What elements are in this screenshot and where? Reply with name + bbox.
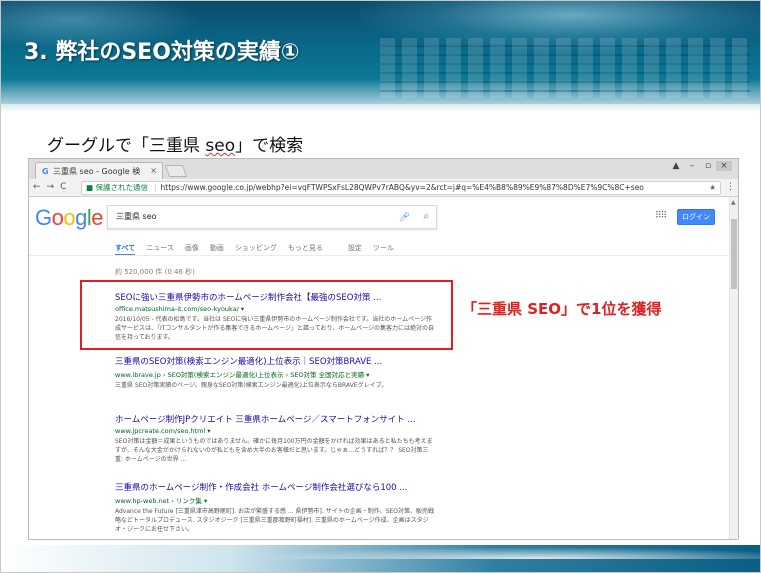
new-tab-button[interactable] <box>164 165 188 177</box>
slide-header: 3. 弊社のSEO対策の実績① <box>0 0 761 112</box>
search-result: 三重県のホームページ制作・作成会社 ホームページ制作会社選びなら100 ... … <box>115 481 435 534</box>
address-bar[interactable]: ■ 保護された通信 | https://www.google.co.jp/webhp… <box>81 181 721 195</box>
apps-grid-icon[interactable]: ⠿⠿ <box>655 211 667 221</box>
result-title-link[interactable]: 三重県のSEO対策(検索エンジン最適化)上位表示｜SEO対策BRAVE ... <box>115 355 435 367</box>
result-title-link[interactable]: 三重県のホームページ制作・作成会社 ホームページ制作会社選びなら100 ... <box>115 481 435 493</box>
menu-icon[interactable]: ⋮ <box>726 182 735 192</box>
subtitle-suffix: 」で検索 <box>235 136 304 156</box>
footer-band <box>0 545 761 573</box>
header-divider <box>0 104 761 112</box>
scroll-up-icon[interactable]: ▲ <box>731 199 736 206</box>
subtitle-prefix: グーグルで「三重県 <box>47 136 206 156</box>
tab-all[interactable]: すべて <box>115 244 135 252</box>
profile-icon[interactable]: ▲ <box>668 161 684 171</box>
maximize-icon[interactable]: ▫ <box>700 161 716 171</box>
google-logo[interactable]: Google <box>35 205 104 231</box>
browser-tab[interactable]: G 三重県 seo - Google 検 × <box>35 162 163 179</box>
google-favicon-icon: G <box>42 167 49 176</box>
tab-title: 三重県 seo - Google 検 <box>53 167 141 176</box>
result-url[interactable]: www.hp-web.net › リンク集 ▾ <box>115 495 435 505</box>
window-controls: ▲ – ▫ × <box>668 161 732 171</box>
result-url[interactable]: www.ibrave.jp › SEO対策(検索エンジン最適化)上位表示 › S… <box>115 369 435 379</box>
microphone-icon[interactable]: 🎤︎ <box>399 207 410 229</box>
subtitle-keyword: seo <box>205 136 236 156</box>
result-snippet: Advance the Future [三重県津市高野尾町]. お店が繁盛する感… <box>115 508 435 533</box>
tab-settings[interactable]: 設定 <box>348 244 362 252</box>
header-tile-pattern <box>380 38 750 98</box>
bookmark-star-icon[interactable]: ★ <box>709 182 716 194</box>
search-query: 三重県 seo <box>116 212 157 221</box>
result-url[interactable]: www.jpcreate.com/seo.html ▾ <box>115 427 435 435</box>
search-icon[interactable]: ⌕ <box>423 206 429 228</box>
close-window-icon[interactable]: × <box>716 161 732 171</box>
tab-bar: G 三重県 seo - Google 検 × ▲ – ▫ × <box>29 159 738 179</box>
footer-swoosh <box>200 545 760 559</box>
result-snippet: SEO対策は金額＝成果というものではありません。確かに毎月100万円の金額をかけ… <box>115 438 433 463</box>
back-icon[interactable]: ← <box>33 182 41 192</box>
scrollbar[interactable]: ▲ <box>729 197 738 539</box>
tab-videos[interactable]: 動画 <box>210 244 224 252</box>
tab-images[interactable]: 画像 <box>185 244 199 252</box>
search-result: ホームページ制作JPクリエイト 三重県ホームページ／スマートフォンサイト ...… <box>115 413 435 464</box>
slide-subtitle: グーグルで「三重県 seo」で検索 <box>47 131 303 156</box>
scroll-thumb[interactable] <box>731 219 737 289</box>
search-input[interactable]: 三重県 seo 🎤︎ ⌕ <box>107 205 437 229</box>
search-tabs: すべて ニュース 画像 動画 ショッピング もっと見る 設定 ツール <box>115 243 405 253</box>
result-snippet: 三重県 SEO対策実績のページ。親身なSEO対策(検索エンジン最適化)上位表示な… <box>115 382 388 389</box>
reload-icon[interactable]: C <box>60 182 66 192</box>
search-result: 三重県のSEO対策(検索エンジン最適化)上位表示｜SEO対策BRAVE ... … <box>115 355 435 390</box>
address-separator: | <box>153 183 157 192</box>
tabs-divider <box>29 255 729 256</box>
secure-label: 保護された通信 <box>95 183 148 192</box>
tab-news[interactable]: ニュース <box>146 244 174 252</box>
url-text: https://www.google.co.jp/webhp?ei=vqFTWP… <box>160 183 644 192</box>
page-number: 6 <box>737 538 741 545</box>
tab-more[interactable]: もっと見る <box>288 244 323 252</box>
login-button[interactable]: ログイン <box>677 209 715 225</box>
result-title-link[interactable]: ホームページ制作JPクリエイト 三重県ホームページ／スマートフォンサイト ... <box>115 413 435 425</box>
nav-buttons: ← → C <box>33 182 72 192</box>
tab-tools[interactable]: ツール <box>373 244 394 252</box>
tab-close-icon[interactable]: × <box>150 166 157 175</box>
callout-text: 「三重県 SEO」で1位を獲得 <box>462 300 662 318</box>
forward-icon[interactable]: → <box>47 182 55 192</box>
result-stats: 約 520,000 件 (0.46 秒) <box>115 268 195 276</box>
first-result-highlight <box>80 280 453 350</box>
slide-title: 3. 弊社のSEO対策の実績① <box>24 40 300 65</box>
browser-toolbar: ← → C ■ 保護された通信 | https://www.google.co.jp/w… <box>29 179 738 197</box>
tab-shopping[interactable]: ショッピング <box>235 244 277 252</box>
minimize-icon[interactable]: – <box>684 161 700 171</box>
